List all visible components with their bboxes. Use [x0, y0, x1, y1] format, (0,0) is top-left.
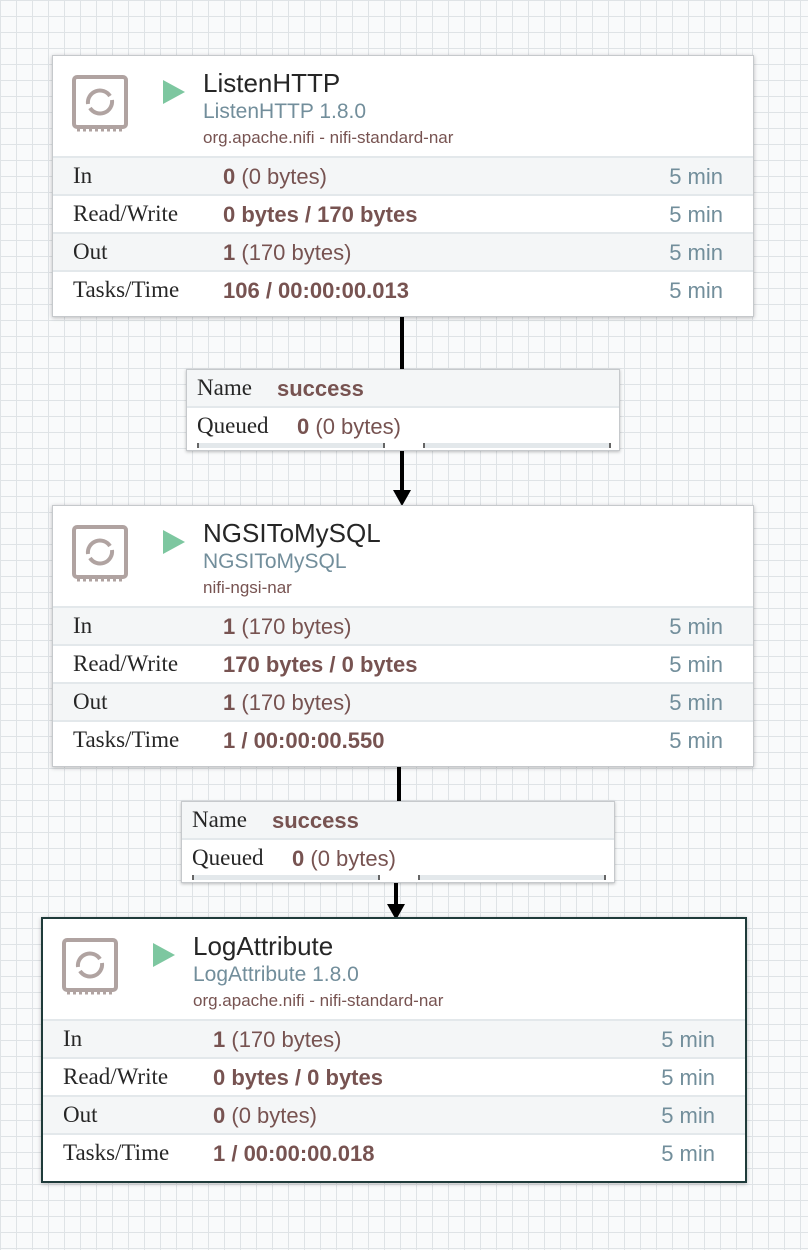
stat-window: 5 min: [669, 202, 723, 227]
stat-window: 5 min: [661, 1027, 715, 1052]
processor-bundle: org.apache.nifi - nifi-standard-nar: [193, 991, 444, 1010]
connection-queued-row: Queued 0 (0 bytes): [187, 408, 619, 444]
processor-name: ListenHTTP: [203, 68, 341, 98]
stat-value: 1 / 00:00:00.018: [213, 1141, 375, 1166]
connection-queued: 0 (0 bytes): [292, 846, 396, 871]
processor-logattribute[interactable]: LogAttribute LogAttribute 1.8.0 org.apac…: [41, 917, 747, 1183]
stat-label: Tasks/Time: [63, 1140, 170, 1165]
stats-row-tasks-time: Tasks/Time 1 / 00:00:00.550 5 min: [53, 720, 753, 758]
processor-type: LogAttribute 1.8.0: [193, 963, 359, 986]
stat-value: 0 bytes / 170 bytes: [223, 202, 418, 227]
run-status-icon: [163, 530, 185, 554]
stat-label: In: [63, 1026, 83, 1051]
backpressure-object-bar: [197, 443, 385, 448]
stat-value: 1 (170 bytes): [223, 240, 352, 265]
connection-key: Name: [192, 807, 247, 832]
connection-line[interactable]: [394, 880, 398, 906]
stat-value: 1 (170 bytes): [223, 614, 352, 639]
stat-label: Read/Write: [73, 651, 179, 676]
stat-value: 170 bytes / 0 bytes: [223, 652, 418, 677]
processor-icon: [72, 75, 128, 132]
stat-value: 1 (170 bytes): [223, 690, 352, 715]
stat-window: 5 min: [669, 164, 723, 189]
stat-value: 1 (170 bytes): [213, 1027, 342, 1052]
connection-arrow-icon: [393, 490, 411, 506]
stats-row-read-write: Read/Write 0 bytes / 170 bytes 5 min: [53, 194, 753, 232]
processor-icon: [62, 938, 118, 995]
stat-label: In: [73, 163, 93, 188]
stat-label: Out: [73, 239, 108, 264]
stat-value: 1 / 00:00:00.550: [223, 728, 385, 753]
stat-window: 5 min: [669, 728, 723, 753]
stat-window: 5 min: [661, 1141, 715, 1166]
connection-key: Name: [197, 375, 252, 400]
connection-label[interactable]: Name success Queued 0 (0 bytes): [181, 801, 615, 883]
stats-row-tasks-time: Tasks/Time 1 / 00:00:00.018 5 min: [43, 1133, 745, 1171]
connection-name-row: Name success: [182, 802, 614, 840]
stat-value: 0 bytes / 0 bytes: [213, 1065, 383, 1090]
stats-row-read-write: Read/Write 170 bytes / 0 bytes 5 min: [53, 644, 753, 682]
stats-row-out: Out 1 (170 bytes) 5 min: [53, 682, 753, 720]
processor-name: LogAttribute: [193, 931, 334, 961]
run-status-icon: [153, 943, 175, 967]
processor-bundle: nifi-ngsi-nar: [203, 578, 292, 597]
processor-listenhttp[interactable]: ListenHTTP ListenHTTP 1.8.0 org.apache.n…: [52, 55, 754, 317]
processor-icon: [72, 525, 128, 582]
stat-window: 5 min: [669, 652, 723, 677]
stat-label: Tasks/Time: [73, 277, 180, 302]
backpressure-size-bar: [418, 875, 606, 880]
processor-ngsitomysql[interactable]: NGSIToMySQL NGSIToMySQL nifi-ngsi-nar In…: [52, 505, 754, 767]
stats-row-out: Out 1 (170 bytes) 5 min: [53, 232, 753, 270]
stats-row-in: In 1 (170 bytes) 5 min: [43, 1019, 745, 1057]
processor-bundle: org.apache.nifi - nifi-standard-nar: [203, 128, 454, 147]
stat-value: 0 (0 bytes): [223, 164, 327, 189]
stat-label: Read/Write: [73, 201, 179, 226]
connection-name: success: [277, 376, 364, 401]
stat-label: Tasks/Time: [73, 727, 180, 752]
stat-value: 106 / 00:00:00.013: [223, 278, 409, 303]
stats-row-in: In 0 (0 bytes) 5 min: [53, 156, 753, 194]
connection-name: success: [272, 808, 359, 833]
connection-line[interactable]: [400, 448, 404, 492]
stat-window: 5 min: [669, 690, 723, 715]
stats-row-in: In 1 (170 bytes) 5 min: [53, 606, 753, 644]
processor-name: NGSIToMySQL: [203, 518, 381, 548]
connection-key: Queued: [192, 845, 264, 870]
stat-window: 5 min: [661, 1103, 715, 1128]
stats-row-out: Out 0 (0 bytes) 5 min: [43, 1095, 745, 1133]
backpressure-object-bar: [192, 875, 380, 880]
processor-type: ListenHTTP 1.8.0: [203, 100, 367, 123]
connection-name-row: Name success: [187, 370, 619, 408]
run-status-icon: [163, 80, 185, 104]
stat-label: Out: [73, 689, 108, 714]
stat-label: Out: [63, 1102, 98, 1127]
stat-window: 5 min: [661, 1065, 715, 1090]
connection-queued: 0 (0 bytes): [297, 414, 401, 439]
processor-type: NGSIToMySQL: [203, 550, 347, 573]
backpressure-size-bar: [423, 443, 611, 448]
stat-label: Read/Write: [63, 1064, 169, 1089]
stats-row-tasks-time: Tasks/Time 106 / 00:00:00.013 5 min: [53, 270, 753, 308]
stats-row-read-write: Read/Write 0 bytes / 0 bytes 5 min: [43, 1057, 745, 1095]
stat-window: 5 min: [669, 240, 723, 265]
stat-label: In: [73, 613, 93, 638]
connection-key: Queued: [197, 413, 269, 438]
stat-window: 5 min: [669, 614, 723, 639]
connection-queued-row: Queued 0 (0 bytes): [182, 840, 614, 876]
connection-line[interactable]: [397, 764, 401, 802]
stat-value: 0 (0 bytes): [213, 1103, 317, 1128]
stat-window: 5 min: [669, 278, 723, 303]
connection-line[interactable]: [400, 314, 404, 370]
connection-label[interactable]: Name success Queued 0 (0 bytes): [186, 369, 620, 451]
